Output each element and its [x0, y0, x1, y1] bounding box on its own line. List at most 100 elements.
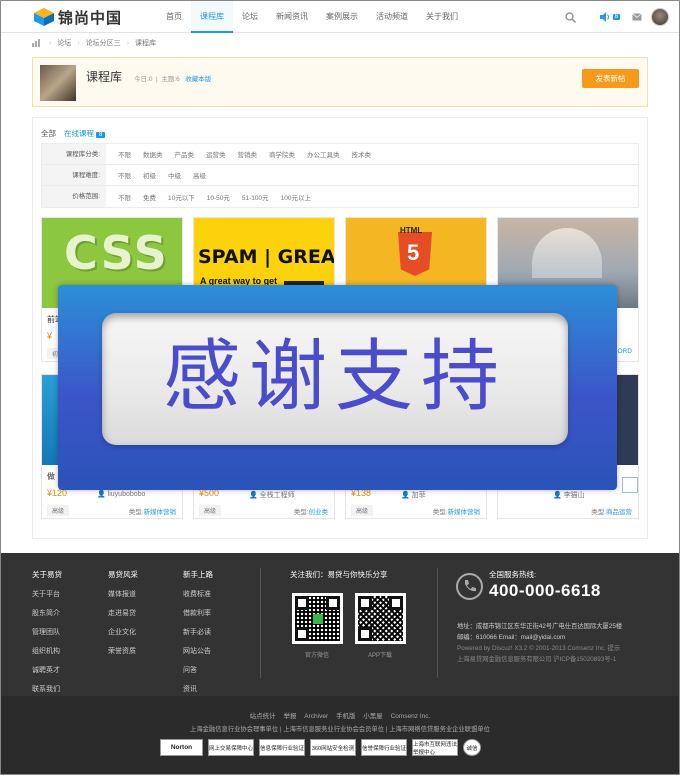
- sub-footer-link[interactable]: Comsenz Inc.: [391, 713, 431, 720]
- logo-text: 锦尚中国: [58, 9, 123, 27]
- footer-link[interactable]: 网站公告: [183, 646, 213, 656]
- footer-link[interactable]: 走进易贷: [108, 608, 138, 618]
- footer-link[interactable]: 关于平台: [32, 589, 62, 599]
- nav-about[interactable]: 关于我们: [417, 0, 467, 33]
- footer-link[interactable]: 诚聘英才: [32, 665, 62, 675]
- footer-link[interactable]: 股东简介: [32, 608, 62, 618]
- type-value[interactable]: 新媒体营销: [144, 509, 177, 516]
- filter-tabs: 全部 在线课程 8: [41, 128, 113, 139]
- tab-online-courses[interactable]: 在线课程 8: [64, 128, 106, 139]
- footer-col-style: 易贷风采 媒体报道 走进易贷 企业文化 荣誉资质: [108, 569, 138, 665]
- footer-link[interactable]: 管理团队: [32, 627, 62, 637]
- filter-option[interactable]: 办公工具类: [307, 149, 340, 159]
- filter-option[interactable]: 技术类: [352, 149, 372, 159]
- filter-option[interactable]: 免费: [143, 192, 156, 202]
- filter-option[interactable]: 数据类: [143, 149, 163, 159]
- search-icon[interactable]: [565, 11, 576, 23]
- filter-option[interactable]: 中级: [168, 170, 181, 180]
- user-avatar[interactable]: [651, 8, 669, 26]
- teacher-name: liuyubobobo: [107, 491, 146, 498]
- footer-link[interactable]: 收费标准: [183, 589, 213, 599]
- 360-security-badge[interactable]: 360网站安全检测: [310, 739, 356, 756]
- user-icon: 👤: [97, 491, 106, 498]
- filter-option[interactable]: 100元以上: [281, 192, 311, 202]
- filter-option[interactable]: 51-100元: [242, 192, 269, 202]
- filter-option[interactable]: 产品类: [175, 149, 195, 159]
- footer-link[interactable]: 组织机构: [32, 646, 62, 656]
- today-label: 今日:: [134, 76, 149, 83]
- type-label: 类型:: [591, 509, 606, 516]
- contact-line: 邮编：610066 Email：mail@yidai.com: [457, 634, 566, 641]
- sub-footer-link[interactable]: 手机版: [336, 713, 356, 720]
- filter-table: 课程库分类: 不限 数据类 产品类 运营类 营销类 商学院类 办公工具类 技术类…: [41, 143, 639, 208]
- footer-link[interactable]: 联系我们: [32, 684, 62, 694]
- footer-col-heading: 易贷风采: [108, 570, 138, 579]
- sub-footer-link[interactable]: 举报: [283, 713, 296, 720]
- report-center-badge[interactable]: 上海市互联网违法举报中心: [412, 739, 458, 756]
- norton-badge[interactable]: Norton: [160, 739, 203, 756]
- card-checkbox[interactable]: [622, 477, 638, 493]
- course-title: 做: [47, 472, 55, 481]
- tab-count-badge: 8: [96, 132, 106, 138]
- filter-option[interactable]: 营销类: [238, 149, 258, 159]
- today-count: 0: [148, 76, 153, 83]
- type-value[interactable]: 商品运营: [606, 509, 632, 516]
- phone-glyph-icon: [465, 580, 476, 592]
- qr-finder: [358, 596, 372, 610]
- footer-link[interactable]: 问答: [183, 665, 213, 675]
- filter-option[interactable]: 10-50元: [207, 192, 230, 202]
- info-security-badge[interactable]: 信息保障行业验证: [259, 739, 305, 756]
- nav-news[interactable]: 新闻资讯: [267, 0, 317, 33]
- sub-footer-link[interactable]: 站点统计: [250, 713, 276, 720]
- notification-button[interactable]: 8: [599, 12, 620, 22]
- favorite-link[interactable]: 收藏本版: [185, 76, 211, 83]
- filter-option[interactable]: 不限: [118, 192, 131, 202]
- filter-option[interactable]: 初级: [143, 170, 156, 180]
- thumb-arch: [532, 228, 602, 278]
- nav-forum[interactable]: 论坛: [233, 0, 267, 33]
- phone-icon: [456, 573, 483, 600]
- footer-link[interactable]: 荣誉资质: [108, 646, 138, 656]
- type-label: 类型:: [128, 509, 144, 516]
- footer-link[interactable]: 企业文化: [108, 627, 138, 637]
- powered-line: Powered by Discuz! X3.2 © 2001-2013 Coms…: [457, 645, 621, 652]
- filter-option[interactable]: 运营类: [206, 149, 226, 159]
- sub-footer-link[interactable]: 小黑屋: [363, 713, 383, 720]
- mail-icon[interactable]: [632, 13, 642, 21]
- breadcrumb-forum[interactable]: 论坛: [57, 38, 71, 48]
- credit-guarantee-badge[interactable]: 信誉保障行业验证: [361, 739, 407, 756]
- trade-guarantee-badge[interactable]: 网上交易保障中心: [208, 739, 254, 756]
- filter-option[interactable]: 高级: [193, 170, 206, 180]
- thanks-text: 感谢支持: [162, 332, 507, 422]
- type-label: 类型:: [293, 509, 309, 516]
- header-tools: 8: [565, 6, 669, 28]
- thumb-text: CSS: [64, 226, 169, 280]
- filter-label: 课程难度:: [42, 165, 106, 185]
- filter-option[interactable]: 不限: [118, 170, 131, 180]
- footer-link[interactable]: 媒体报道: [108, 589, 138, 599]
- sub-footer-link[interactable]: Archiver: [304, 713, 328, 720]
- html5-digit: 5: [407, 240, 420, 265]
- home-chart-icon[interactable]: [32, 39, 42, 47]
- nav-course-library[interactable]: 课程库: [191, 0, 233, 33]
- type-value[interactable]: 创业类: [309, 509, 329, 516]
- integrity-badge[interactable]: 诚信: [463, 739, 481, 756]
- footer-link[interactable]: 借款利率: [183, 608, 213, 618]
- breadcrumb: › 论坛 › 论坛分区三 › 课程库: [32, 38, 162, 48]
- filter-option[interactable]: 商学院类: [269, 149, 295, 159]
- nav-home[interactable]: 首页: [157, 0, 191, 33]
- footer-link[interactable]: 新手必读: [183, 627, 213, 637]
- tab-all[interactable]: 全部: [41, 128, 56, 139]
- site-logo[interactable]: 锦尚中国: [33, 6, 122, 28]
- nav-cases[interactable]: 案例展示: [317, 0, 367, 33]
- new-post-button[interactable]: 发表新帖: [582, 69, 639, 88]
- nav-events[interactable]: 活动频道: [367, 0, 417, 33]
- breadcrumb-section[interactable]: 论坛分区三: [86, 38, 121, 48]
- filter-option[interactable]: 10元以下: [168, 192, 195, 202]
- filter-option[interactable]: 不限: [118, 149, 131, 159]
- type-value[interactable]: 新媒体营销: [448, 509, 481, 516]
- course-level: 高级: [351, 505, 374, 516]
- breadcrumb-current[interactable]: 课程库: [135, 38, 156, 48]
- qr-finder: [358, 627, 372, 641]
- footer-link[interactable]: 资讯: [183, 684, 213, 694]
